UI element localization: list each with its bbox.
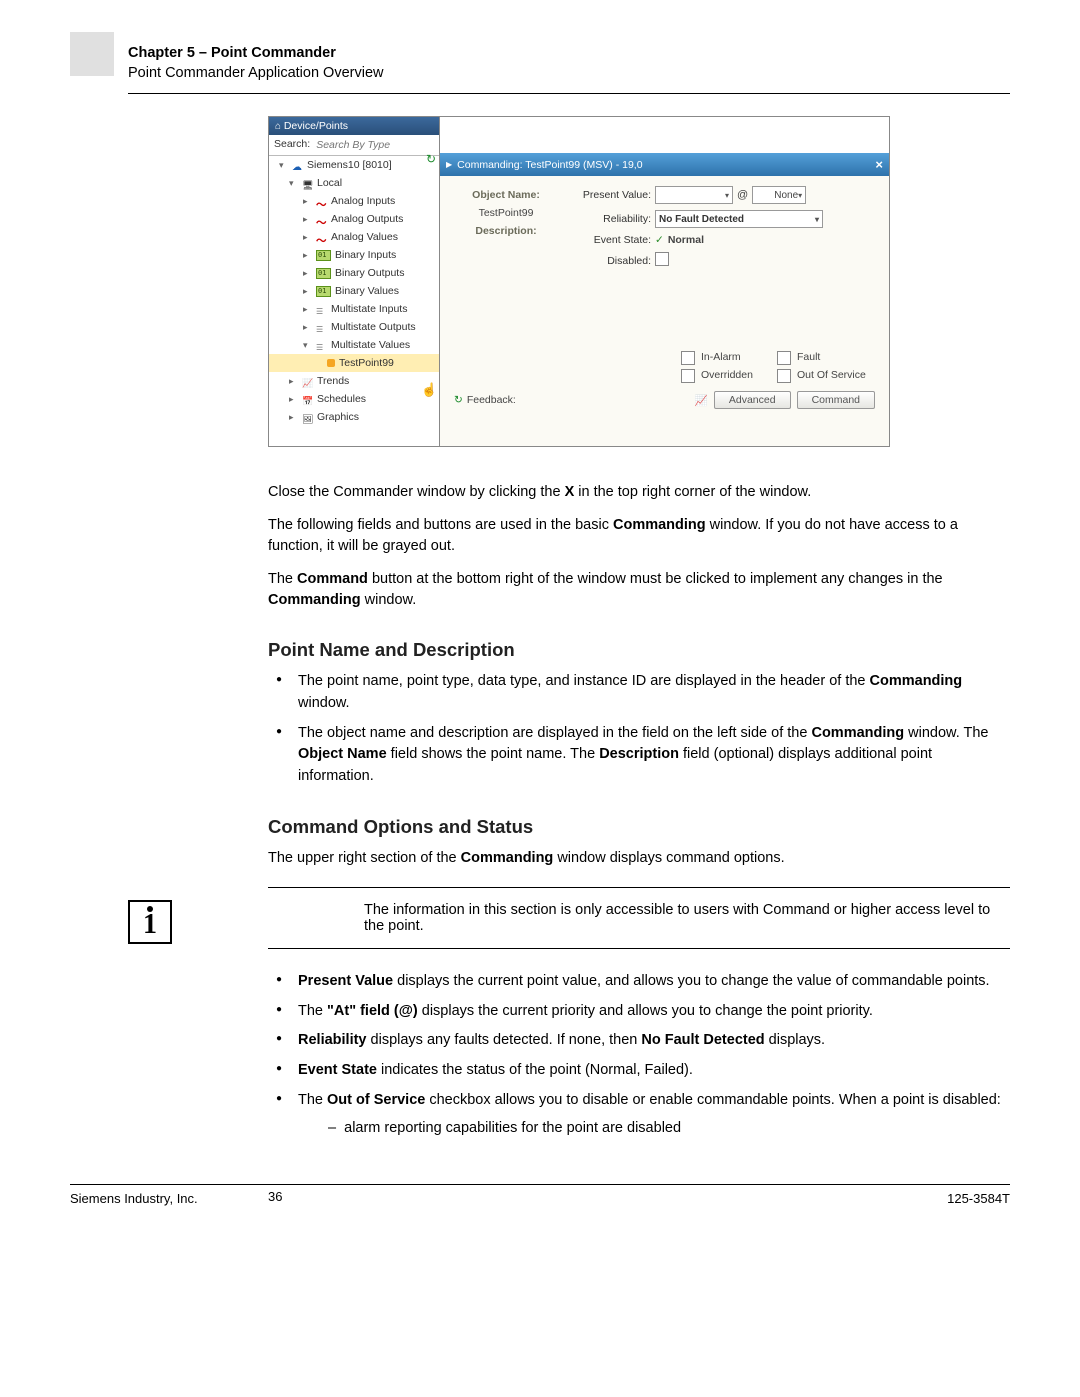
tree-node[interactable]: Multistate Inputs <box>269 300 439 318</box>
heading-command-options: Command Options and Status <box>268 816 1010 838</box>
heading-point-name: Point Name and Description <box>268 639 1010 661</box>
chapter-marker <box>70 32 114 76</box>
commanding-body: Object Name: TestPoint99 Description: Pr… <box>440 176 889 446</box>
tree-node[interactable]: Multistate Outputs <box>269 318 439 336</box>
graphics-icon <box>302 413 313 422</box>
tree-node-testpoint[interactable]: TestPoint99 <box>269 354 439 372</box>
cursor-icon <box>421 382 437 398</box>
out-of-service-label: Out Of Service <box>797 369 877 383</box>
fault-checkbox <box>777 351 791 365</box>
sub-list-item: alarm reporting capabilities for the poi… <box>328 1118 1010 1140</box>
list-item: The "At" field (@) displays the current … <box>268 1001 1010 1023</box>
in-alarm-checkbox <box>681 351 695 365</box>
overridden-label: Overridden <box>701 369 771 383</box>
status-icon: 📈 <box>695 394 708 407</box>
page-header: Chapter 5 – Point Commander Point Comman… <box>128 45 1010 94</box>
list-item: Reliability displays any faults detected… <box>268 1030 1010 1052</box>
info-text: The information in this section is only … <box>364 902 990 934</box>
tree-node-local[interactable]: Local <box>269 174 439 192</box>
tree-node[interactable]: 01Binary Outputs <box>269 264 439 282</box>
tree-node-siemens[interactable]: Siemens10 [8010] <box>269 156 439 174</box>
present-value-field[interactable] <box>655 186 733 204</box>
object-name-label: Object Name: <box>450 189 562 201</box>
advanced-button[interactable]: Advanced <box>714 391 791 409</box>
multistate-icon <box>316 305 327 314</box>
network-icon <box>292 161 303 170</box>
page-footer: Siemens Industry, Inc. 125-3584T <box>70 1184 1010 1206</box>
point-name-list: The point name, point type, data type, a… <box>268 671 1010 788</box>
event-state-label: Event State: <box>566 234 651 246</box>
tree-node[interactable]: Analog Inputs <box>269 192 439 210</box>
analog-icon <box>316 233 327 242</box>
list-item: The point name, point type, data type, a… <box>268 671 1010 715</box>
at-field[interactable]: @ <box>737 189 748 201</box>
multistate-icon <box>316 341 327 350</box>
paragraph: The Command button at the bottom right o… <box>268 569 1010 611</box>
in-alarm-label: In-Alarm <box>701 351 771 365</box>
command-button[interactable]: Command <box>797 391 875 409</box>
event-state-value: Normal <box>668 234 704 246</box>
binary-icon: 01 <box>316 268 331 279</box>
info-note: 1 The information in this section is onl… <box>268 887 1010 949</box>
fault-label: Fault <box>797 351 877 365</box>
priority-field[interactable]: None <box>752 186 806 204</box>
object-name-value: TestPoint99 <box>450 207 562 219</box>
tree-body[interactable]: Siemens10 [8010] Local Analog Inputs Ana… <box>269 156 439 446</box>
refresh-icon[interactable] <box>426 152 436 166</box>
schedules-icon <box>302 395 313 404</box>
overridden-checkbox <box>681 369 695 383</box>
description-label: Description: <box>450 225 562 237</box>
paragraph: Close the Commander window by clicking t… <box>268 482 1010 503</box>
tree-node[interactable]: Schedules <box>269 390 439 408</box>
reliability-label: Reliability: <box>566 213 651 225</box>
list-item: Present Value displays the current point… <box>268 971 1010 993</box>
tree-node[interactable]: 01Binary Values <box>269 282 439 300</box>
list-item: The Out of Service checkbox allows you t… <box>268 1090 1010 1140</box>
feedback-label: Feedback: <box>454 394 516 406</box>
paragraph: The upper right section of the Commandin… <box>268 848 1010 869</box>
analog-icon <box>316 197 327 206</box>
search-label: Search: <box>274 138 310 152</box>
footer-right: 125-3584T <box>947 1191 1010 1206</box>
point-icon <box>327 359 335 367</box>
info-icon: 1 <box>128 900 172 944</box>
out-of-service-checkbox <box>777 369 791 383</box>
multistate-icon <box>316 323 327 332</box>
binary-icon: 01 <box>316 286 331 297</box>
analog-icon <box>316 215 327 224</box>
app-screenshot: Device/Points Search: Siemens10 [8010] L… <box>268 116 890 447</box>
tree-node[interactable]: 01Binary Inputs <box>269 246 439 264</box>
device-icon <box>302 179 313 188</box>
device-tree-panel: Device/Points Search: Siemens10 [8010] L… <box>269 117 440 446</box>
tree-node[interactable]: Analog Values <box>269 228 439 246</box>
tree-node[interactable]: Multistate Values <box>269 336 439 354</box>
disabled-checkbox[interactable] <box>655 252 669 266</box>
search-input[interactable] <box>314 138 455 152</box>
chapter-title: Chapter 5 – Point Commander <box>128 45 1010 61</box>
tree-node[interactable]: Graphics <box>269 408 439 426</box>
list-item: Event State indicates the status of the … <box>268 1060 1010 1082</box>
commanding-titlebar: Commanding: TestPoint99 (MSV) - 19,0 × <box>440 153 889 176</box>
chapter-subtitle: Point Commander Application Overview <box>128 65 1010 81</box>
paragraph: The following fields and buttons are use… <box>268 515 1010 557</box>
close-icon[interactable]: × <box>875 157 883 172</box>
present-value-label: Present Value: <box>566 189 651 201</box>
search-row[interactable]: Search: <box>269 135 439 156</box>
reliability-field[interactable]: No Fault Detected <box>655 210 823 228</box>
device-points-header: Device/Points <box>269 117 439 135</box>
trends-icon <box>302 377 313 386</box>
tree-node[interactable]: Analog Outputs <box>269 210 439 228</box>
tree-node[interactable]: Trends <box>269 372 439 390</box>
disabled-label: Disabled: <box>566 255 651 267</box>
binary-icon: 01 <box>316 250 331 261</box>
list-item: The object name and description are disp… <box>268 723 1010 788</box>
commanding-title: Commanding: TestPoint99 (MSV) - 19,0 <box>457 159 642 171</box>
footer-left: Siemens Industry, Inc. <box>70 1191 198 1206</box>
command-options-list: Present Value displays the current point… <box>268 971 1010 1140</box>
